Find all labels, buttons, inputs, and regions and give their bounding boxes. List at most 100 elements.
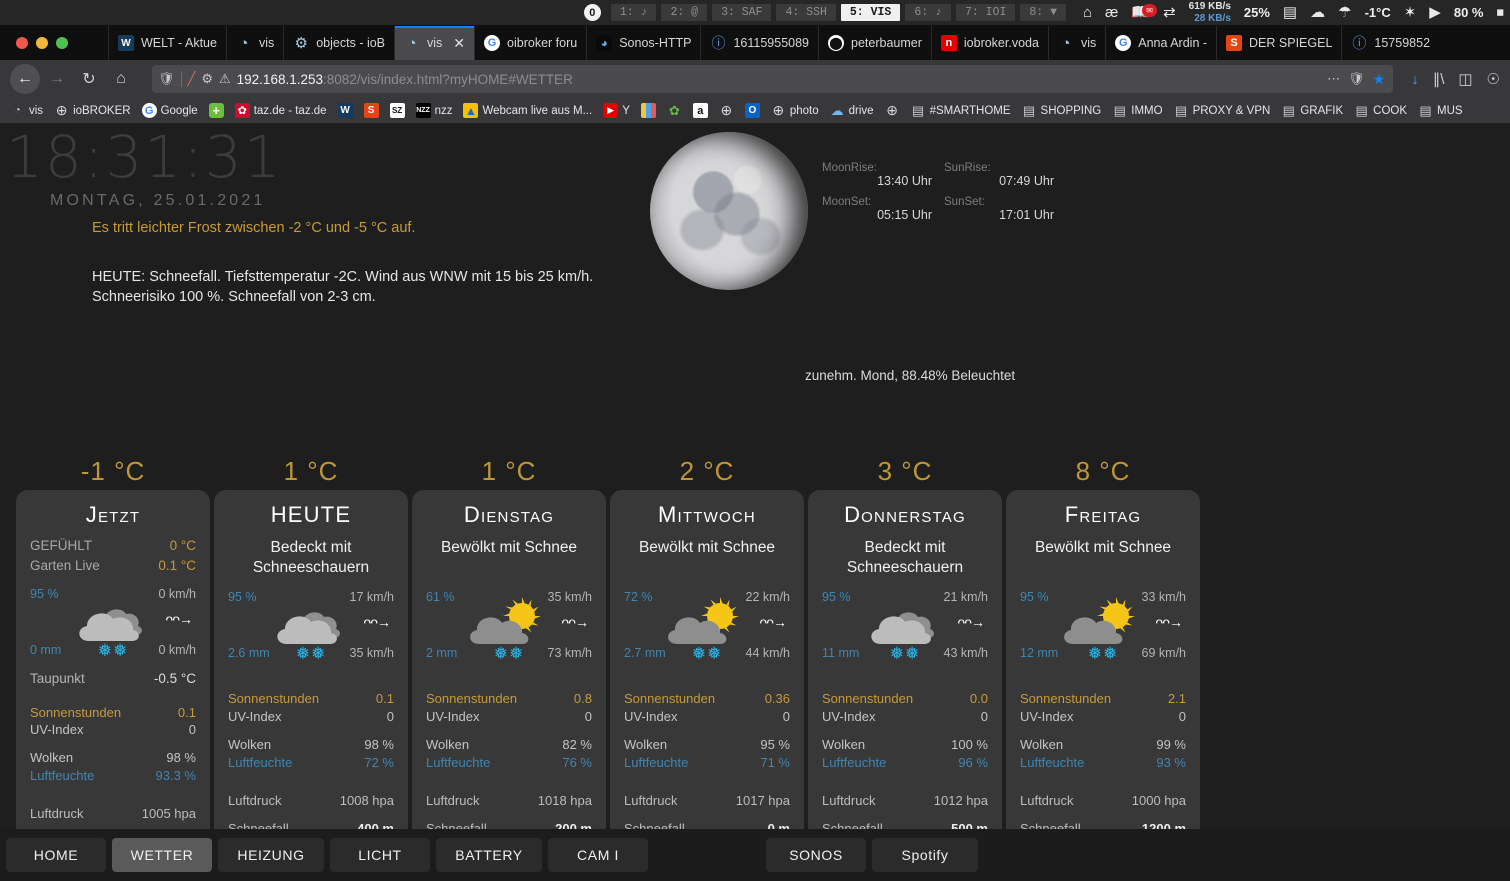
workspace-tag[interactable]: 6: ♪ (905, 4, 951, 21)
browser-tab[interactable]: ⓘ 15759852 (1341, 26, 1439, 60)
address-bar[interactable]: 🛡 ╱ ⚙ ⚠ 192.168.1.253:8082/vis/index.htm… (152, 65, 1394, 93)
tab-label: Sonos-HTTP (619, 36, 692, 50)
forecast-card[interactable]: 8 °C Freitag Bewölkt mit Schnee 95 % 12 mm ❅❅… (1006, 456, 1200, 881)
media-play-icon[interactable]: ▶ (1429, 5, 1441, 20)
nav-button-sonos[interactable]: SONOS (766, 838, 866, 872)
bookmark-item[interactable]: ⊕ (881, 101, 904, 120)
tab-label: peterbaumer (851, 36, 922, 50)
nav-button-licht[interactable]: LICHT (330, 838, 430, 872)
archlinux-icon[interactable]: ⌂ (1083, 5, 1092, 20)
browser-tab[interactable]: ⓘ 16115955089 (700, 26, 818, 60)
address-bar-actions: ⋯ 🛡 ★ (1327, 71, 1387, 88)
browser-tab[interactable]: S DER SPIEGEL (1216, 26, 1341, 60)
bookmark-item[interactable]: ▤ GRAFIK (1277, 101, 1347, 120)
home-button[interactable]: ⌂ (106, 64, 136, 94)
workspace-tag[interactable]: 8: ▼ (1020, 4, 1066, 21)
bookmark-item[interactable]: ✿ (663, 101, 686, 120)
nav-button-wetter[interactable]: WETTER (112, 838, 212, 872)
mail-icon[interactable]: 📖 ✉ (1131, 4, 1158, 20)
browser-tab[interactable]: n iobroker.voda (930, 26, 1048, 60)
bookmark-item[interactable]: ▶ Y (599, 101, 634, 120)
browser-tab[interactable]: G Anna Ardin - (1105, 26, 1216, 60)
forecast-card[interactable]: 3 °C Donnerstag Bedeckt mit Schneeschauern… (808, 456, 1002, 881)
browser-tab[interactable]: ◔ vis (225, 26, 283, 60)
forward-button[interactable]: → (42, 64, 72, 94)
workspace-tag[interactable]: 3: SAF (712, 4, 772, 21)
memory-icon[interactable]: ▤ (1283, 5, 1297, 20)
browser-tab[interactable]: ◔ vis (1047, 26, 1105, 60)
permissions-icon[interactable]: ⚙ (201, 71, 213, 87)
forecast-card-body: Mittwoch Bewölkt mit Schnee 72 % 2.7 mm ❅❅ 22… (610, 490, 804, 881)
bookmark-item[interactable]: ✿ taz.de - taz.de (231, 101, 331, 120)
nav-button-heizung[interactable]: HEIZUNG (218, 838, 324, 872)
bluetooth-icon[interactable]: ✶ (1404, 5, 1417, 20)
reader-blocked-icon[interactable]: ⚠ (219, 71, 231, 87)
library-icon[interactable]: ∥\ (1433, 70, 1445, 88)
nav-button-spotify[interactable]: Spotify (872, 838, 978, 872)
aeolus-icon[interactable]: æ (1105, 5, 1118, 20)
workspace-tag[interactable]: 1: ♪ (610, 4, 657, 21)
close-window-button[interactable] (16, 37, 28, 49)
bookmark-item[interactable]: O (741, 101, 764, 120)
reload-button[interactable]: ↻ (74, 64, 104, 94)
bookmark-item[interactable]: + (205, 101, 228, 120)
workspace-tag[interactable]: 4: SSH (776, 4, 836, 21)
bookmark-item[interactable]: ▤ SHOPPING (1018, 101, 1106, 120)
pressure-label: Luftdruck (228, 792, 282, 808)
bookmark-item[interactable]: G Google (138, 101, 202, 120)
bookmark-item[interactable]: ▤ COOK (1350, 101, 1411, 120)
wifi-icon[interactable]: ☁ (1310, 5, 1325, 20)
uv-index-label: UV-Index (426, 708, 480, 724)
browser-tab[interactable]: ◔ vis ✕ (394, 26, 475, 60)
humidity-label: Luftfeuchte (624, 754, 689, 770)
workspace-tag[interactable]: 5: VIS (840, 4, 901, 21)
forecast-card[interactable]: 1 °C Dienstag Bewölkt mit Schnee 61 % 2 mm ❅❅… (412, 456, 606, 881)
bookmark-item[interactable]: SZ (386, 101, 409, 120)
bookmark-item[interactable]: ▤ #SMARTHOME (907, 101, 1015, 120)
account-icon[interactable]: ☉ (1487, 70, 1500, 88)
sidebar-icon[interactable]: ◫ (1458, 70, 1472, 88)
downloads-icon[interactable]: ↓ (1411, 71, 1419, 88)
folder-icon: ▤ (1419, 103, 1432, 118)
bookmark-item[interactable]: S (360, 101, 383, 120)
bookmark-item[interactable]: ▲ Webcam live aus M... (459, 101, 596, 120)
bookmark-item[interactable]: a (689, 101, 712, 120)
bookmark-item[interactable]: W (334, 101, 357, 120)
forecast-card-body: Jetzt GEFÜHLT 0 °C Garten Live 0.1 °C 95 % 0 m… (16, 490, 210, 881)
bookmark-item[interactable]: ▤ PROXY & VPN (1170, 101, 1275, 120)
pocket-icon[interactable]: 🛡 (1348, 71, 1365, 87)
astro-label: MoonRise: (822, 162, 877, 174)
bookmark-item[interactable]: ⊕ ioBROKER (50, 101, 135, 120)
browser-tab[interactable]: Goibroker foru (474, 26, 586, 60)
back-button[interactable]: ← (10, 64, 40, 94)
tab-close-icon[interactable]: ✕ (453, 35, 465, 52)
forecast-card[interactable]: -1 °C Jetzt GEFÜHLT 0 °C Garten Live 0.1 °C 95… (16, 456, 210, 881)
bookmark-item[interactable]: ▤ MUS (1414, 101, 1467, 120)
bookmark-item[interactable] (637, 101, 660, 120)
bookmark-item[interactable]: ⊕ (715, 101, 738, 120)
workspace-tag[interactable]: 7: IOI (955, 4, 1016, 21)
stat-gap (426, 772, 592, 792)
nav-button-home[interactable]: HOME (6, 838, 106, 872)
bookmark-item[interactable]: ▤ IMMO (1108, 101, 1166, 120)
browser-tab[interactable]: ◕ Sonos-HTTP (586, 26, 700, 60)
maximize-window-button[interactable] (56, 37, 68, 49)
page-actions-icon[interactable]: ⋯ (1327, 71, 1340, 87)
forecast-card[interactable]: 1 °C HEUTE Bedeckt mit Schneeschauern 95 % 2… (214, 456, 408, 881)
no-tracking-icon[interactable]: ╱ (188, 71, 196, 87)
bookmark-item[interactable]: ⊕ photo (767, 101, 823, 120)
nav-button-battery[interactable]: BATTERY (436, 838, 542, 872)
forecast-card[interactable]: 2 °C Mittwoch Bewölkt mit Schnee 72 % 2.7 mm… (610, 456, 804, 881)
nav-button-cam-i[interactable]: CAM I (548, 838, 648, 872)
bookmark-item[interactable]: NZZ nzz (412, 101, 457, 120)
browser-tab[interactable]: W WELT - Aktue (108, 26, 226, 60)
shield-icon[interactable]: 🛡 (158, 71, 175, 87)
minimize-window-button[interactable] (36, 37, 48, 49)
browser-tab[interactable]: ⚙ objects - ioB (283, 26, 394, 60)
network-sync-icon[interactable]: ⇄ (1163, 5, 1176, 20)
bookmark-star-icon[interactable]: ★ (1373, 71, 1386, 88)
bookmark-item[interactable]: ◔ vis (6, 101, 47, 120)
bookmark-item[interactable]: ☁ drive (826, 101, 878, 120)
browser-tab[interactable]: ⬤ peterbaumer (818, 26, 931, 60)
workspace-tag[interactable]: 2: @ (661, 4, 708, 21)
